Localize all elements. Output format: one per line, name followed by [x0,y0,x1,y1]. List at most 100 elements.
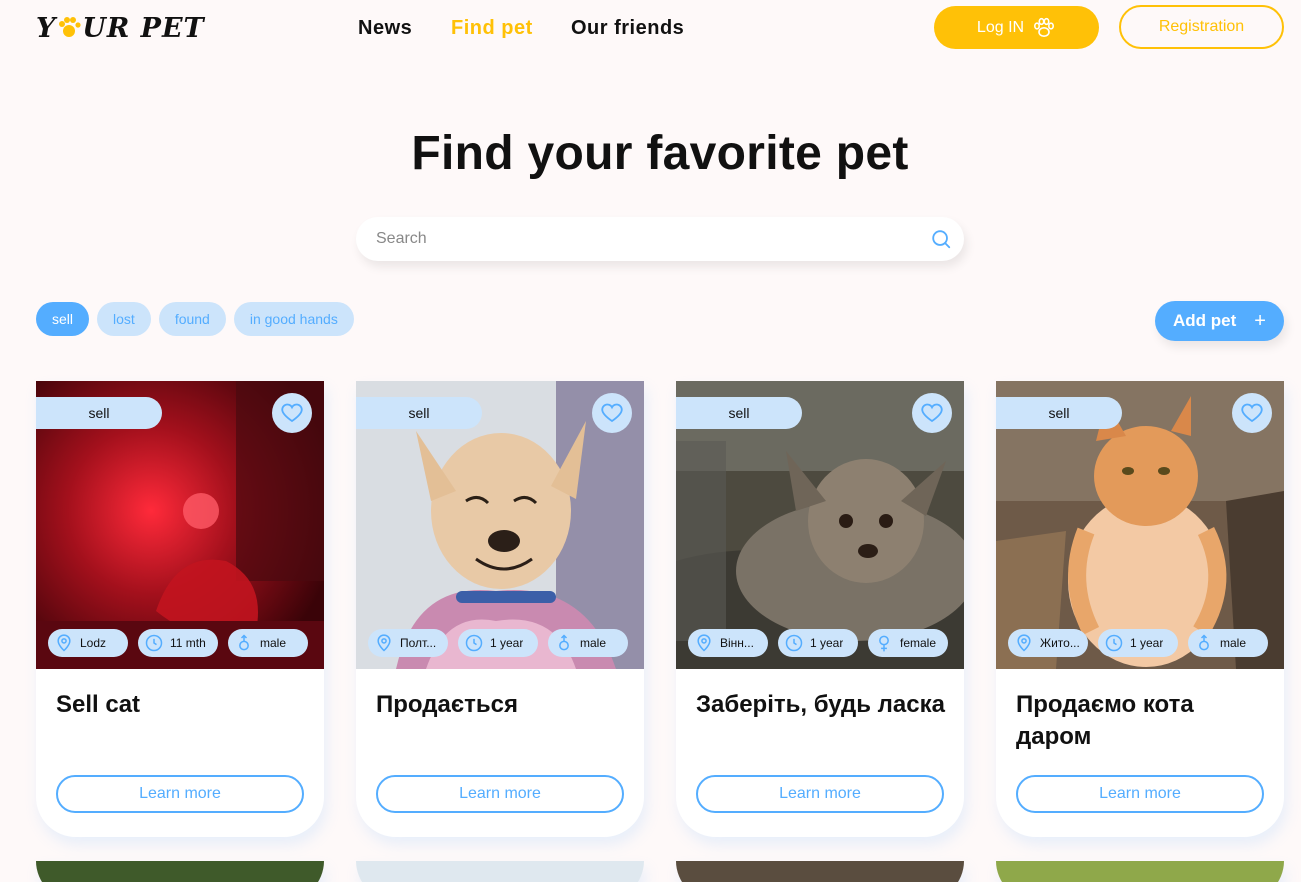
filter-lost[interactable]: lost [97,302,151,336]
learn-more-button[interactable]: Learn more [376,775,624,813]
clock-icon [465,634,483,652]
pet-photo-image [356,861,644,882]
category-filters: sell lost found in good hands [36,302,354,336]
age-pill: 1 year [458,629,538,657]
learn-more-button[interactable]: Learn more [696,775,944,813]
logo-letter: Y [36,12,57,44]
location-icon [377,634,391,652]
pet-photo-image [676,861,964,882]
location-text: Вінн... [720,636,754,650]
pet-meta: Полт... 1 year male [368,629,628,657]
pet-title: Продається [376,691,518,718]
male-icon [1199,634,1209,651]
category-badge: sell [356,397,482,429]
pet-card-partial [676,861,964,882]
pet-card: sell Полт... 1 year male Продається Lear… [356,381,644,837]
sex-text: male [1220,636,1247,650]
pet-photo[interactable]: sell Вінн... 1 year female [676,381,964,669]
location-pill: Полт... [368,629,448,657]
favorite-button[interactable] [1232,393,1272,433]
pet-meta: Lodz 11 mth male [48,629,308,657]
category-badge: sell [36,397,162,429]
location-pill: Жито... [1008,629,1088,657]
search-icon[interactable] [930,228,952,250]
location-text: Жито... [1040,636,1080,650]
heart-icon [281,403,303,423]
nav-find-pet[interactable]: Find pet [451,17,571,40]
nav-news[interactable]: News [358,17,451,40]
age-pill: 11 mth [138,629,218,657]
clock-icon [145,634,163,652]
filter-in-good-hands[interactable]: in good hands [233,302,354,336]
pet-card-partial [996,861,1284,882]
pet-title: Заберіть, будь ласка [696,691,945,718]
male-icon [559,634,569,651]
female-icon [879,635,889,652]
logo[interactable]: Y UR PET [36,12,205,44]
add-pet-label: Add pet [1173,311,1237,330]
main-nav: News Find pet Our friends [358,17,684,40]
favorite-button[interactable] [912,393,952,433]
filter-found[interactable]: found [158,302,226,336]
pet-photo-image [36,861,324,882]
pet-card-partial [36,861,324,882]
location-text: Полт... [400,636,437,650]
age-text: 1 year [490,636,524,650]
search-bar [356,217,964,261]
category-badge: sell [676,397,802,429]
location-pill: Lodz [48,629,128,657]
favorite-button[interactable] [272,393,312,433]
pet-photo[interactable]: sell Жито... 1 year male [996,381,1284,669]
age-text: 11 mth [170,636,206,650]
clock-icon [1105,634,1123,652]
heart-icon [601,403,623,423]
login-button[interactable]: Log IN [934,6,1099,49]
heart-icon [1241,403,1263,423]
pet-cards-grid: sell Lodz 11 mth male Sell cat Learn mor… [36,381,1284,882]
pet-title: Sell cat [56,691,141,718]
sex-pill: female [868,629,948,657]
age-text: 1 year [810,636,844,650]
pet-card: sell Lodz 11 mth male Sell cat Learn mor… [36,381,324,837]
age-pill: 1 year [778,629,858,657]
pet-photo[interactable]: sell Полт... 1 year male [356,381,644,669]
location-icon [1017,634,1031,652]
favorite-button[interactable] [592,393,632,433]
category-badge: sell [996,397,1122,429]
pet-meta: Жито... 1 year male [1008,629,1268,657]
pet-card-partial [356,861,644,882]
sex-text: male [260,636,287,650]
sex-text: male [580,636,607,650]
pet-meta: Вінн... 1 year female [688,629,948,657]
sex-pill: male [228,629,308,657]
page-title: Find your favorite pet [411,127,909,180]
paw-icon [1034,17,1055,37]
location-icon [57,634,71,652]
location-icon [697,634,711,652]
age-text: 1 year [1130,636,1164,650]
pet-card: sell Жито... 1 year male Продаємо кота д… [996,381,1284,837]
heart-icon [921,403,943,423]
pet-photo[interactable]: sell Lodz 11 mth male [36,381,324,669]
clock-icon [785,634,803,652]
sex-text: female [900,636,937,650]
male-icon [239,634,249,651]
plus-icon: + [1254,309,1266,332]
paw-logo-icon [59,17,81,37]
logo-text: UR PET [82,12,205,44]
age-pill: 1 year [1098,629,1178,657]
location-pill: Вінн... [688,629,768,657]
filter-sell[interactable]: sell [36,302,90,336]
registration-button[interactable]: Registration [1119,5,1284,49]
learn-more-button[interactable]: Learn more [56,775,304,813]
pet-card: sell Вінн... 1 year female Заберіть, буд… [676,381,964,837]
search-input[interactable] [356,217,964,261]
location-text: Lodz [80,636,107,650]
sex-pill: male [1188,629,1268,657]
pet-photo-image [996,861,1284,882]
add-pet-button[interactable]: Add pet + [1155,301,1284,341]
pet-title: Продаємо кота даром [1016,691,1194,750]
login-label: Log IN [976,18,1025,36]
nav-our-friends[interactable]: Our friends [571,17,684,40]
learn-more-button[interactable]: Learn more [1016,775,1264,813]
